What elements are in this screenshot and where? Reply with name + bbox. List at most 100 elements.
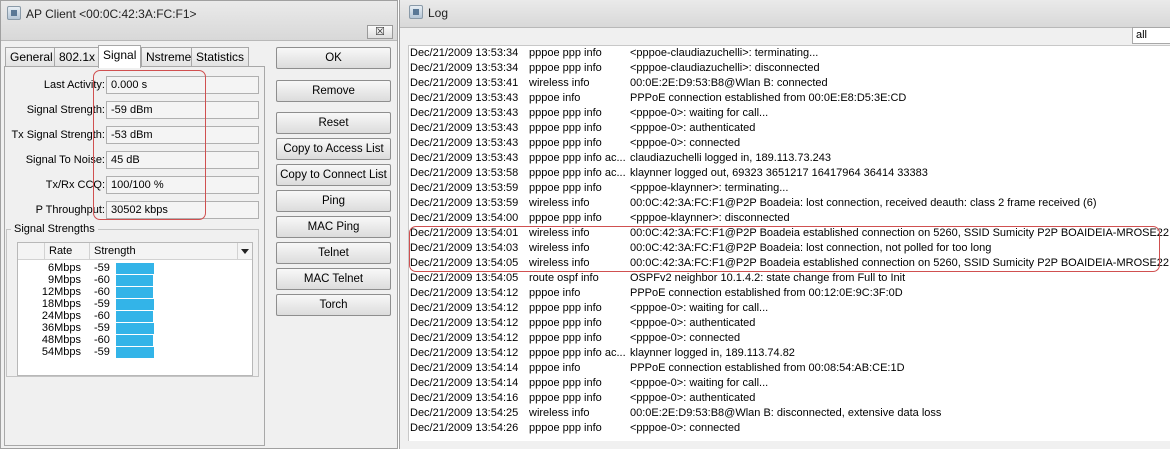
ap-client-titlebar[interactable]: AP Client <00:0C:42:3A:FC:F1> ☒ — [1, 1, 397, 41]
last-activity-label: Last Activity: — [43, 79, 105, 91]
table-row[interactable]: 18Mbps -59 — [18, 298, 252, 310]
log-topic: pppoe ppp info ac... — [529, 152, 625, 164]
log-row[interactable]: Dec/21/2009 13:53:41 wireless info 00:0E:2… — [409, 76, 1170, 91]
log-time: Dec/21/2009 13:54:12 — [410, 317, 519, 329]
log-time: Dec/21/2009 13:54:14 — [410, 362, 519, 374]
log-message: 00:0E:2E:D9:53:B8@Wlan B: disconnected, … — [630, 407, 942, 419]
log-message: <pppoe-0>: connected — [630, 332, 741, 344]
ping-button[interactable]: Ping — [276, 190, 391, 212]
table-row[interactable]: 6Mbps -59 — [18, 262, 252, 274]
tab-statistics[interactable]: Statistics — [191, 47, 250, 67]
log-row[interactable]: Dec/21/2009 13:54:25 wireless info 00:0E:2… — [409, 406, 1170, 421]
log-row[interactable]: Dec/21/2009 13:54:12 pppoe ppp info ac...… — [409, 346, 1170, 361]
log-message: klaynner logged in, 189.113.74.82 — [630, 347, 795, 359]
log-row[interactable]: Dec/21/2009 13:54:16 pppoe ppp info <pppoe… — [409, 391, 1170, 406]
strength-cell: -59 — [94, 262, 110, 274]
strength-bar — [116, 311, 153, 322]
log-topic: wireless info — [529, 77, 590, 89]
strength-cell: -60 — [94, 274, 110, 286]
tab-signal[interactable]: Signal — [98, 45, 142, 68]
log-row[interactable]: Dec/21/2009 13:53:34 pppoe ppp info <pppoe… — [409, 61, 1170, 76]
column-header-rate[interactable]: Rate — [45, 243, 90, 260]
copy-to-connect-list-button[interactable]: Copy to Connect List — [276, 164, 391, 186]
torch-button[interactable]: Torch — [276, 294, 391, 316]
strength-bar — [116, 275, 153, 286]
log-row[interactable]: Dec/21/2009 13:53:43 pppoe info PPPoE conn… — [409, 91, 1170, 106]
tab-802-1x[interactable]: 802.1x — [54, 47, 101, 67]
log-topic: pppoe ppp info — [529, 422, 602, 434]
log-message: <pppoe-0>: authenticated — [630, 392, 756, 404]
tab-nstreme[interactable]: Nstreme — [141, 47, 197, 67]
log-message: <pppoe-0>: authenticated — [630, 122, 756, 134]
log-row[interactable]: Dec/21/2009 13:53:43 pppoe ppp info ac...… — [409, 151, 1170, 166]
rate-cell: 48Mbps — [41, 334, 81, 346]
log-topic: route ospf info — [529, 272, 599, 284]
column-header-strength[interactable]: Strength — [90, 243, 238, 260]
log-row[interactable]: Dec/21/2009 13:53:59 wireless info 00:0C:4… — [409, 196, 1170, 211]
log-row[interactable]: Dec/21/2009 13:54:14 pppoe ppp info <pppoe… — [409, 376, 1170, 391]
chevron-down-icon[interactable] — [238, 243, 252, 260]
log-row[interactable]: Dec/21/2009 13:54:05 route ospf info OSPFv… — [409, 271, 1170, 286]
copy-to-access-list-button[interactable]: Copy to Access List — [276, 138, 391, 160]
log-row[interactable]: Dec/21/2009 13:53:43 pppoe ppp info <pppoe… — [409, 106, 1170, 121]
log-row[interactable]: Dec/21/2009 13:53:34 pppoe ppp info <pppoe… — [409, 46, 1170, 61]
log-row[interactable]: Dec/21/2009 13:54:12 pppoe ppp info <pppoe… — [409, 331, 1170, 346]
log-topic: pppoe ppp info ac... — [529, 167, 625, 179]
remove-button[interactable]: Remove — [276, 80, 391, 102]
log-time: Dec/21/2009 13:53:34 — [410, 62, 519, 74]
log-row[interactable]: Dec/21/2009 13:54:00 pppoe ppp info <pppoe… — [409, 211, 1170, 226]
log-message: <pppoe-klaynner>: disconnected — [630, 212, 790, 224]
log-row[interactable]: Dec/21/2009 13:53:43 pppoe ppp info <pppoe… — [409, 136, 1170, 151]
log-topic: pppoe ppp info — [529, 212, 602, 224]
log-row[interactable]: Dec/21/2009 13:54:12 pppoe ppp info <pppoe… — [409, 316, 1170, 331]
log-time: Dec/21/2009 13:53:43 — [410, 122, 519, 134]
signal-strengths-table: Rate Strength 6Mbps -59 9Mbps -60 12Mbps -60 1… — [17, 242, 253, 376]
log-filter-dropdown[interactable]: all — [1132, 27, 1170, 44]
log-message: <pppoe-0>: waiting for call... — [630, 377, 769, 389]
strength-cell: -59 — [94, 322, 110, 334]
log-topic: pppoe ppp info — [529, 392, 602, 404]
log-message: <pppoe-0>: waiting for call... — [630, 107, 769, 119]
log-message: 00:0C:42:3A:FC:F1@P2P Boadeia: lost conn… — [630, 197, 1097, 209]
log-message: <pppoe-klaynner>: terminating... — [630, 182, 789, 194]
log-titlebar[interactable]: Log — [400, 0, 1170, 28]
log-message: <pppoe-0>: authenticated — [630, 317, 756, 329]
reset-button[interactable]: Reset — [276, 112, 391, 134]
log-row[interactable]: Dec/21/2009 13:53:43 pppoe ppp info <pppoe… — [409, 121, 1170, 136]
log-row[interactable]: Dec/21/2009 13:53:58 pppoe ppp info ac...… — [409, 166, 1170, 181]
signal-strength-label: Signal Strength: — [26, 104, 105, 116]
log-row[interactable]: Dec/21/2009 13:54:12 pppoe ppp info <pppoe… — [409, 301, 1170, 316]
log-message: 00:0E:2E:D9:53:B8@Wlan B: connected — [630, 77, 828, 89]
table-row[interactable]: 12Mbps -60 — [18, 286, 252, 298]
ap-client-window: AP Client <00:0C:42:3A:FC:F1> ☒ General … — [0, 0, 398, 449]
signal-to-noise-label: Signal To Noise: — [25, 154, 105, 166]
log-row[interactable]: Dec/21/2009 13:53:59 pppoe ppp info <pppoe… — [409, 181, 1170, 196]
table-row[interactable]: 24Mbps -60 — [18, 310, 252, 322]
rate-cell: 18Mbps — [41, 298, 81, 310]
ok-button[interactable]: OK — [276, 47, 391, 69]
tab-general[interactable]: General — [5, 47, 58, 67]
mac-ping-button[interactable]: MAC Ping — [276, 216, 391, 238]
log-window-icon — [409, 5, 423, 19]
strength-cell: -60 — [94, 286, 110, 298]
log-row[interactable]: Dec/21/2009 13:54:12 pppoe info PPPoE conn… — [409, 286, 1170, 301]
log-row[interactable]: Dec/21/2009 13:54:26 pppoe ppp info <pppoe… — [409, 421, 1170, 436]
rate-cell: 9Mbps — [47, 274, 81, 286]
strength-bar — [116, 347, 154, 358]
table-row[interactable]: 54Mbps -59 — [18, 346, 252, 358]
log-message: <pppoe-claudiazuchelli>: terminating... — [630, 47, 819, 59]
log-topic: pppoe ppp info — [529, 377, 602, 389]
log-message: <pppoe-0>: connected — [630, 137, 741, 149]
close-icon[interactable]: ☒ — [367, 25, 393, 39]
table-row[interactable]: 48Mbps -60 — [18, 334, 252, 346]
telnet-button[interactable]: Telnet — [276, 242, 391, 264]
log-topic: pppoe ppp info — [529, 302, 602, 314]
strength-cell: -60 — [94, 334, 110, 346]
mac-telnet-button[interactable]: MAC Telnet — [276, 268, 391, 290]
log-highlight-outline — [409, 226, 1160, 272]
log-topic: pppoe info — [529, 92, 581, 104]
log-row[interactable]: Dec/21/2009 13:54:14 pppoe info PPPoE conn… — [409, 361, 1170, 376]
table-row[interactable]: 9Mbps -60 — [18, 274, 252, 286]
table-row[interactable]: 36Mbps -59 — [18, 322, 252, 334]
log-time: Dec/21/2009 13:54:25 — [410, 407, 519, 419]
